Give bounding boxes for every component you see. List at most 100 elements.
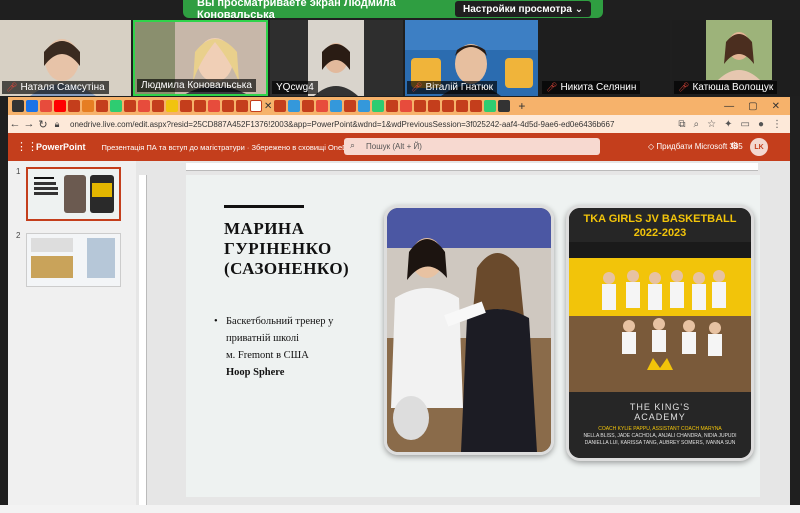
tab-favicon[interactable] xyxy=(498,100,511,112)
document-title[interactable]: Презентація ПА та вступ до магістратури … xyxy=(102,143,369,152)
slide-number: 2 xyxy=(16,231,21,240)
forward-icon[interactable]: → xyxy=(22,118,36,130)
minimize-icon[interactable]: — xyxy=(724,101,734,112)
muted-mic-icon: 🎤︎ xyxy=(546,82,558,92)
tab-favicon[interactable] xyxy=(68,100,80,112)
participant-tile[interactable]: 🎤︎ Віталій Гнатюк xyxy=(405,20,538,96)
settings-gear-icon[interactable]: ⚙ xyxy=(730,141,739,152)
tab-favicon[interactable] xyxy=(484,100,497,112)
search-input[interactable]: ⌕ Пошук (Alt + Й) xyxy=(344,138,600,155)
tab-favicon[interactable] xyxy=(96,100,108,112)
browser-window: ✕ + — ▢ ✕ ← → ↻ 🔒︎ onedrive.live.com/edi… xyxy=(8,97,790,513)
menu-icon[interactable]: ⋮ xyxy=(772,119,782,130)
slide-canvas[interactable]: МАРИНА ГУРІНЕНКО (САЗОНЕНКО) • Баскетболь… xyxy=(186,175,760,497)
sidebar-icon[interactable]: ▭ xyxy=(741,119,750,130)
tab-favicon[interactable] xyxy=(194,100,206,112)
url-field[interactable]: onedrive.live.com/edit.aspx?resid=25CD88… xyxy=(70,120,678,129)
participant-name: Людмила Коновальська xyxy=(137,79,256,92)
tab-favicon[interactable] xyxy=(152,100,164,112)
tab-favicon[interactable] xyxy=(386,100,399,112)
address-bar-row: ← → ↻ 🔒︎ onedrive.live.com/edit.aspx?res… xyxy=(8,115,790,133)
tab-favicon[interactable] xyxy=(288,100,301,112)
tab-favicon[interactable] xyxy=(414,100,427,112)
tab-favicon[interactable] xyxy=(344,100,357,112)
close-window-icon[interactable]: ✕ xyxy=(772,101,780,112)
tab-favicon[interactable] xyxy=(330,100,343,112)
muted-mic-icon: 🎤︎ xyxy=(6,82,18,92)
team-poster[interactable]: TKA GIRLS JV BASKETBALL 2022-2023 THE KI… xyxy=(566,205,754,461)
slide-title[interactable]: МАРИНА ГУРІНЕНКО (САЗОНЕНКО) xyxy=(224,219,374,279)
muted-mic-icon: 🎤︎ xyxy=(411,82,423,92)
search-icon: ⌕ xyxy=(350,140,356,150)
participant-tile[interactable]: 🎤︎ Никита Селянин xyxy=(540,20,670,96)
maximize-icon[interactable]: ▢ xyxy=(748,101,757,112)
participant-tile[interactable]: YQcwg4 xyxy=(270,20,403,96)
reload-icon[interactable]: ↻ xyxy=(36,118,50,131)
tab-favicon[interactable] xyxy=(236,100,248,112)
slide-bullet-list[interactable]: • Баскетбольний тренер у приватній школі … xyxy=(214,313,364,381)
zoom-icon[interactable]: ⌕ xyxy=(694,119,700,130)
new-tab-icon[interactable]: + xyxy=(518,99,525,113)
participant-tile-active[interactable]: Людмила Коновальська xyxy=(133,20,268,96)
coach-photo[interactable] xyxy=(384,205,554,455)
participant-tile[interactable]: 🎤︎ Наталя Самсутіна xyxy=(0,20,131,96)
tab-favicon[interactable] xyxy=(470,100,483,112)
tab-favicon[interactable] xyxy=(274,100,287,112)
participant-name: 🎤︎ Никита Селянин xyxy=(542,81,641,94)
tab-favicon[interactable] xyxy=(138,100,150,112)
tab-favicon[interactable] xyxy=(180,100,192,112)
slide-thumbnail-pane: 1 2 xyxy=(8,161,136,513)
poster-title: TKA GIRLS JV BASKETBALL 2022-2023 xyxy=(583,213,737,239)
tab-favicon[interactable] xyxy=(222,100,234,112)
editor-workspace: 1 2 МАРИНА ГУРІНЕНКО (САЗОНЕНКО) • Баске… xyxy=(8,161,790,513)
extensions-icon[interactable]: ✦ xyxy=(724,119,732,130)
tab-favicon[interactable] xyxy=(110,100,122,112)
poster-school-name: THE KING'S ACADEMY xyxy=(629,402,691,422)
browser-tab-strip[interactable]: ✕ + — ▢ ✕ xyxy=(8,97,790,115)
muted-mic-icon: 🎤︎ xyxy=(678,82,690,92)
tab-favicon[interactable] xyxy=(372,100,385,112)
tab-favicon[interactable] xyxy=(400,100,413,112)
lock-icon: 🔒︎ xyxy=(54,118,60,129)
vertical-ruler xyxy=(139,175,147,505)
slide-thumbnail-preview xyxy=(27,234,120,286)
close-tab-icon[interactable]: ✕ xyxy=(264,101,272,112)
participant-name: 🎤︎ Наталя Самсутіна xyxy=(2,81,109,94)
participants-strip: 🎤︎ Наталя Самсутіна Людмила Коновальська … xyxy=(0,20,800,96)
tab-favicon[interactable] xyxy=(82,100,94,112)
participant-name: 🎤︎ Катюша Волощук xyxy=(674,81,778,94)
title-accent-line xyxy=(224,205,304,208)
tab-favicon[interactable] xyxy=(456,100,469,112)
poster-credits: COACH KYLIE PAPPU, ASSISTANT COACH MARYN… xyxy=(583,426,737,446)
slide-thumbnail-1[interactable] xyxy=(26,167,121,221)
app-name[interactable]: PowerPoint xyxy=(36,142,86,152)
buy-microsoft-365-link[interactable]: ◇ Придбати Microsoft 365 xyxy=(648,142,743,151)
back-icon[interactable]: ← xyxy=(8,118,22,130)
tab-favicon[interactable] xyxy=(26,100,38,112)
avatar[interactable]: LK xyxy=(750,138,768,156)
participant-name: 🎤︎ Віталій Гнатюк xyxy=(407,81,497,94)
slide-thumbnail-2[interactable] xyxy=(26,233,121,287)
tab-favicon-active[interactable] xyxy=(250,100,262,112)
view-options-button[interactable]: Настройки просмотра ⌄ xyxy=(455,1,592,17)
tab-favicon[interactable] xyxy=(12,100,24,112)
tab-favicon[interactable] xyxy=(302,100,315,112)
team-photo-image xyxy=(569,242,751,392)
tab-favicon[interactable] xyxy=(316,100,329,112)
tab-favicon[interactable] xyxy=(166,100,178,112)
tab-favicon[interactable] xyxy=(54,100,66,112)
tab-favicon[interactable] xyxy=(442,100,455,112)
slide-number: 1 xyxy=(16,167,21,176)
bookmark-star-icon[interactable]: ☆ xyxy=(707,119,716,130)
participant-tile[interactable]: 🎤︎ Катюша Волощук xyxy=(672,20,800,96)
tab-favicon[interactable] xyxy=(358,100,371,112)
app-launcher-icon[interactable]: ⋮⋮ xyxy=(16,140,38,153)
tab-favicon[interactable] xyxy=(124,100,136,112)
tab-favicon[interactable] xyxy=(428,100,441,112)
horizontal-ruler xyxy=(186,163,758,171)
share-icon[interactable]: ⧉ xyxy=(678,119,685,130)
profile-icon[interactable]: ● xyxy=(758,119,764,130)
tab-favicon[interactable] xyxy=(208,100,220,112)
tab-favicon[interactable] xyxy=(40,100,52,112)
status-bar xyxy=(0,505,800,513)
